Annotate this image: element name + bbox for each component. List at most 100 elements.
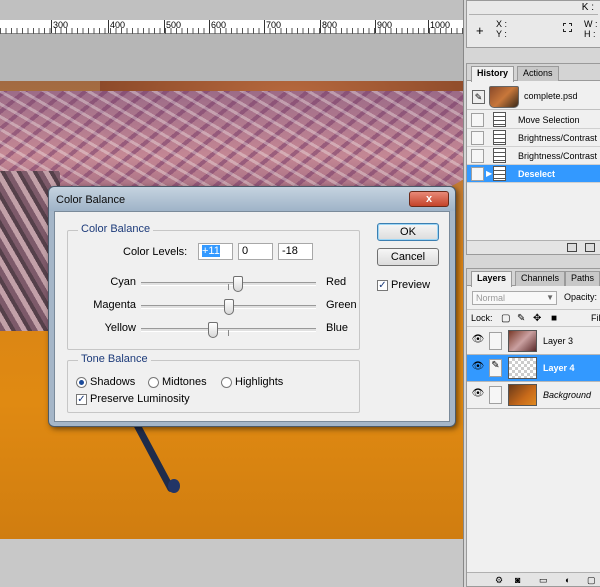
history-item[interactable]: Brightness/Contrast xyxy=(467,129,600,147)
tab-history[interactable]: History xyxy=(471,66,515,82)
tab-actions[interactable]: Actions xyxy=(517,66,559,81)
slider-right-label: Red xyxy=(326,276,347,288)
slider-right-label: Blue xyxy=(326,322,349,334)
close-button[interactable]: x xyxy=(409,191,449,207)
dialog-titlebar[interactable]: Color Balance x xyxy=(49,187,455,211)
layer-row[interactable]: 👁 Layer 3 xyxy=(467,328,600,355)
history-item[interactable]: Move Selection xyxy=(467,111,600,129)
magenta-green-slider[interactable] xyxy=(141,299,316,315)
history-step-icon xyxy=(493,166,506,181)
shadows-radio[interactable] xyxy=(76,377,87,388)
tab-paths[interactable]: Paths xyxy=(565,271,600,286)
info-wh-readout: W : H : xyxy=(584,19,598,39)
layer-row-selected[interactable]: 👁 ✎ Layer 4 xyxy=(467,355,600,382)
chevron-down-icon: ▼ xyxy=(546,293,554,302)
history-item[interactable]: Brightness/Contrast xyxy=(467,147,600,165)
snapshot-thumbnail xyxy=(489,86,519,108)
new-snapshot-icon[interactable] xyxy=(567,243,577,252)
layer-name: Layer 4 xyxy=(543,363,575,373)
info-w-label: W : xyxy=(584,19,598,29)
canvas-pasteboard xyxy=(0,34,463,81)
history-step-icon xyxy=(493,130,506,145)
ruler-label: 500 xyxy=(163,20,182,33)
eye-icon[interactable]: 👁 xyxy=(471,361,485,375)
history-source-box[interactable] xyxy=(471,113,484,127)
info-x-label: X : xyxy=(496,19,508,29)
slider-thumb[interactable] xyxy=(233,276,243,292)
color-balance-group: Color Balance Color Levels: +11 0 -18 Cy… xyxy=(67,223,360,350)
highlights-radio[interactable] xyxy=(221,377,232,388)
yellow-blue-level-input[interactable]: -18 xyxy=(278,243,313,260)
link-layers-icon[interactable]: ⚙ xyxy=(495,575,503,586)
layer-style-icon[interactable]: ◙ xyxy=(515,575,520,585)
lock-row: Lock: ▢ ✎ ✥ ■ Fill: xyxy=(467,309,600,327)
selection-size-icon xyxy=(563,23,572,32)
eye-icon[interactable]: 👁 xyxy=(471,334,485,348)
slider-thumb[interactable] xyxy=(208,322,218,338)
preview-checkbox[interactable]: ✓ xyxy=(377,280,388,291)
right-panel-dock: K : + X : Y : W : H : History Actions ✎ … xyxy=(463,0,600,587)
history-brush-icon[interactable]: ✎ xyxy=(472,90,485,104)
image-stick-tip xyxy=(168,479,180,493)
cyan-red-level-input[interactable]: +11 xyxy=(198,243,233,260)
layer-link-box[interactable] xyxy=(489,332,502,350)
radio-label: Highlights xyxy=(235,376,284,388)
opacity-label: Opacity: xyxy=(564,292,598,302)
layer-link-box[interactable] xyxy=(489,386,502,404)
slider-right-label: Green xyxy=(326,299,357,311)
info-xy-readout: X : Y : xyxy=(496,19,507,39)
history-panel: History Actions ✎ complete.psd Move Sele… xyxy=(466,63,600,255)
new-group-icon[interactable]: ▭ xyxy=(539,575,548,586)
eye-icon[interactable]: 👁 xyxy=(471,388,485,402)
history-item-label: Move Selection xyxy=(518,115,580,125)
history-panel-footer xyxy=(467,240,600,254)
tab-channels[interactable]: Channels xyxy=(515,271,566,286)
blend-mode-select[interactable]: Normal ▼ xyxy=(472,291,557,305)
radio-label: Midtones xyxy=(162,376,207,388)
ruler-label: 900 xyxy=(374,20,393,33)
lock-transparency-icon[interactable]: ▢ xyxy=(501,313,510,324)
history-item-label: Brightness/Contrast xyxy=(518,151,598,161)
history-source-box[interactable] xyxy=(471,131,484,145)
tab-layers[interactable]: Layers xyxy=(471,271,513,287)
adjustment-layer-icon[interactable]: ◐ xyxy=(565,575,570,585)
delete-state-icon[interactable] xyxy=(585,243,595,252)
ok-button[interactable]: OK xyxy=(377,223,439,241)
history-snapshot[interactable]: ✎ complete.psd xyxy=(467,84,600,110)
lock-paint-icon[interactable]: ✎ xyxy=(517,313,525,324)
layer-name: Layer 3 xyxy=(543,336,574,346)
lock-move-icon[interactable]: ✥ xyxy=(533,313,541,324)
magenta-green-level-input[interactable]: 0 xyxy=(238,243,273,260)
canvas-pasteboard-bottom xyxy=(0,539,463,587)
history-item-selected[interactable]: ▶ Deselect xyxy=(467,165,600,183)
dialog-title: Color Balance xyxy=(56,194,126,206)
history-step-icon xyxy=(493,148,506,163)
fill-label: Fill: xyxy=(591,313,600,323)
history-state-marker-icon: ▶ xyxy=(486,169,493,178)
new-layer-icon[interactable]: ▢ xyxy=(587,575,596,586)
brush-icon[interactable]: ✎ xyxy=(489,359,502,377)
layer-name: Background xyxy=(543,390,592,400)
midtones-radio[interactable] xyxy=(148,377,159,388)
layer-thumbnail xyxy=(508,330,537,352)
history-source-box[interactable] xyxy=(471,149,484,163)
radio-label: Shadows xyxy=(90,376,136,388)
slider-thumb[interactable] xyxy=(224,299,234,315)
slider-left-label: Cyan xyxy=(110,276,136,288)
lock-all-icon[interactable]: ■ xyxy=(551,313,557,324)
ruler-label: 400 xyxy=(107,20,126,33)
horizontal-ruler: 300 400 500 600 700 800 900 1000 xyxy=(0,20,463,34)
layer-row[interactable]: 👁 Background xyxy=(467,382,600,409)
ruler-label: 700 xyxy=(263,20,282,33)
yellow-blue-slider[interactable] xyxy=(141,322,316,338)
group-title: Tone Balance xyxy=(78,353,151,365)
history-item-label: Brightness/Contrast xyxy=(518,133,598,143)
cancel-button[interactable]: Cancel xyxy=(377,248,439,266)
preserve-luminosity-checkbox[interactable]: ✓ xyxy=(76,394,87,405)
history-source-box[interactable] xyxy=(471,167,484,181)
history-tabs: History Actions xyxy=(467,64,600,82)
cyan-red-slider[interactable] xyxy=(141,276,316,292)
checkbox-label: Preserve Luminosity xyxy=(90,393,190,405)
crosshair-icon: + xyxy=(476,23,484,38)
ruler-label: 1000 xyxy=(427,20,451,33)
